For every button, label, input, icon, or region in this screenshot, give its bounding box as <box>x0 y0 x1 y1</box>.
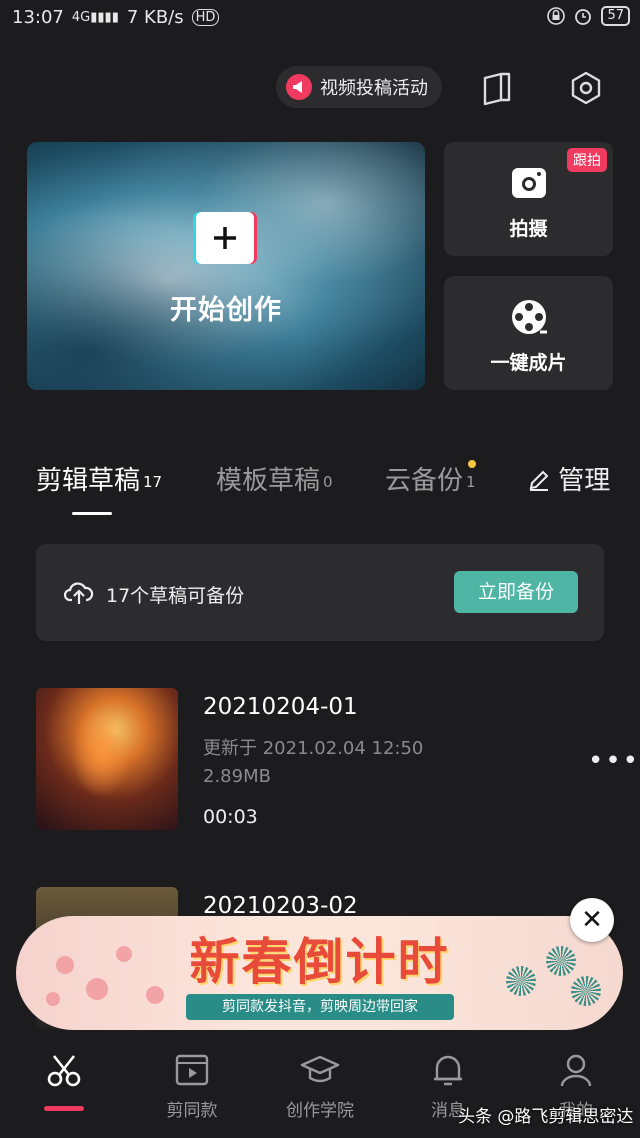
close-banner-button[interactable]: ✕ <box>570 898 614 942</box>
one-click-video-card[interactable]: 一键成片 <box>444 276 613 390</box>
hd-icon: HD <box>191 8 220 26</box>
draft-title: 20210204-01 <box>203 694 358 720</box>
follow-shoot-badge: 跟拍 <box>567 148 607 172</box>
tab-count: 1 <box>466 473 476 491</box>
lock-icon <box>547 7 566 25</box>
tab-template-drafts[interactable]: 模板草稿 0 <box>216 460 333 497</box>
start-creation-label: 开始创作 <box>170 295 282 326</box>
tab-label: 剪辑草稿 <box>36 466 141 496</box>
draft-duration: 00:03 <box>203 806 258 828</box>
camera-icon <box>512 168 546 198</box>
graduation-cap-icon <box>300 1055 340 1083</box>
nav-templates[interactable]: 剪同款 <box>132 1050 252 1121</box>
nav-academy[interactable]: 创作学院 <box>260 1050 380 1121</box>
draft-tabs: 剪辑草稿 17 模板草稿 0 云备份 1 管理 <box>0 460 640 520</box>
template-video-icon <box>175 1054 209 1086</box>
draft-updated: 更新于 2021.02.04 12:50 <box>203 738 424 759</box>
more-options-icon[interactable]: ••• <box>588 746 640 776</box>
tutorial-book-icon[interactable] <box>479 70 515 106</box>
nav-label: 创作学院 <box>286 1101 354 1121</box>
signal-icon: 4G▮▮▮▮ <box>71 9 119 25</box>
draft-size: 2.89MB <box>203 766 271 787</box>
scissors-icon <box>47 1055 81 1087</box>
status-time: 13:07 <box>12 6 64 28</box>
megaphone-icon <box>286 74 312 100</box>
edit-icon <box>529 470 549 491</box>
tab-cloud-backup[interactable]: 云备份 1 <box>385 460 476 497</box>
new-year-promo-banner[interactable]: 新春倒计时 剪同款发抖音，剪映周边带回家 <box>16 916 623 1030</box>
active-tab-indicator <box>72 512 112 515</box>
nav-edit[interactable] <box>4 1050 124 1096</box>
plus-icon <box>196 212 254 264</box>
blossom-decoration <box>46 992 60 1006</box>
banner-title: 新春倒计时 <box>189 933 450 991</box>
video-submission-event-button[interactable]: 视频投稿活动 <box>276 66 442 108</box>
hero-background-image <box>27 142 425 390</box>
watermark-text: 头条 @路飞剪辑思密达 <box>458 1107 634 1127</box>
cloud-upload-icon <box>64 582 94 604</box>
tab-label: 模板草稿 <box>216 466 321 496</box>
tab-edit-drafts[interactable]: 剪辑草稿 17 <box>36 460 162 497</box>
backup-count-text: 17个草稿可备份 <box>106 585 245 607</box>
shoot-label: 拍摄 <box>509 218 548 240</box>
tab-count: 17 <box>143 473 163 491</box>
new-indicator-dot <box>468 460 476 468</box>
tab-label: 云备份 <box>385 466 464 496</box>
battery-indicator: 57 <box>601 6 630 26</box>
top-bar: 视频投稿活动 <box>0 66 640 110</box>
status-bar: 13:07 4G▮▮▮▮ 7 KB/s HD 57 <box>0 0 640 34</box>
alarm-icon <box>575 9 592 25</box>
film-reel-icon <box>512 300 547 334</box>
nav-label: 剪同款 <box>166 1101 218 1121</box>
one-click-video-label: 一键成片 <box>490 352 567 374</box>
tab-count: 0 <box>323 473 333 491</box>
backup-now-button[interactable]: 立即备份 <box>454 571 578 613</box>
draft-thumbnail <box>36 688 178 830</box>
draft-item[interactable]: 20210204-01 更新于 2021.02.04 12:50 2.89MB … <box>36 688 638 830</box>
bell-icon <box>434 1055 462 1086</box>
nav-active-indicator <box>44 1106 84 1111</box>
manage-label: 管理 <box>558 466 611 496</box>
event-label: 视频投稿活动 <box>320 78 428 99</box>
settings-hex-icon[interactable] <box>568 70 604 106</box>
network-speed: 7 KB/s <box>126 6 184 28</box>
network-type: 4G <box>71 9 91 25</box>
banner-subtitle: 剪同款发抖音，剪映周边带回家 <box>186 994 454 1020</box>
shoot-card[interactable]: 跟拍 拍摄 <box>444 142 613 256</box>
start-creation-card[interactable]: 开始创作 <box>27 142 425 390</box>
manage-button[interactable]: 管理 <box>528 460 610 497</box>
backup-banner: 17个草稿可备份 立即备份 <box>36 544 604 641</box>
user-icon <box>560 1054 592 1087</box>
